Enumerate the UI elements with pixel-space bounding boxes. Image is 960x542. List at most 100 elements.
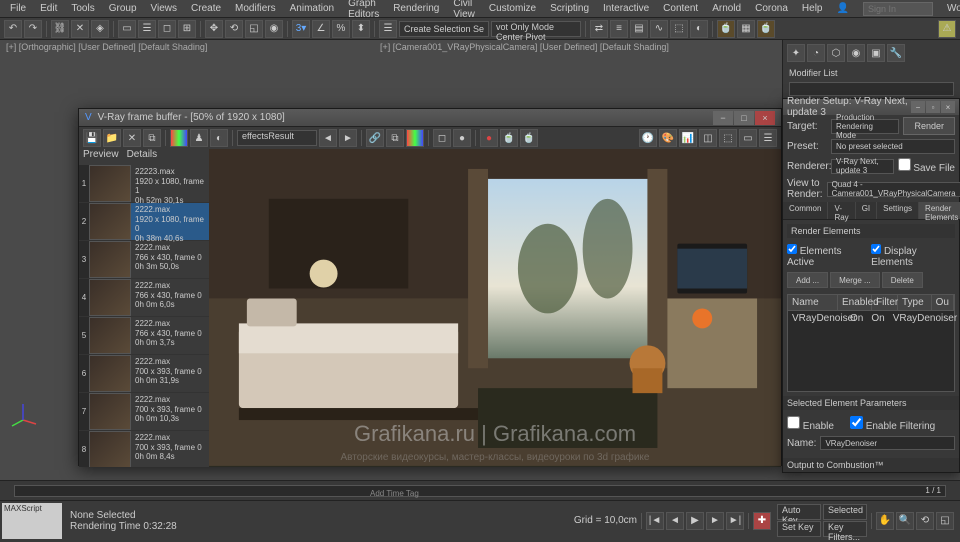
vfb-alpha-button[interactable]: ♟ <box>190 129 208 147</box>
rs-element-row[interactable]: VRayDenoiser On On VRayDenoiser <box>788 311 954 326</box>
time-config-button[interactable]: ✚ <box>753 512 771 530</box>
history-thumb[interactable]: 122223.max1920 x 1080, frame 10h 52m 30,… <box>79 165 209 203</box>
rs-display-elements-check[interactable]: Display Elements <box>871 244 955 268</box>
rotate-button[interactable]: ⟲ <box>225 20 243 38</box>
rs-output-combustion-header[interactable]: Output to Combustion™ <box>783 458 959 472</box>
vfb-maximize-button[interactable]: □ <box>734 111 754 125</box>
rs-tab-gi[interactable]: GI <box>856 202 877 219</box>
rs-renderer-select[interactable]: V-Ray Next, update 3 <box>831 159 894 174</box>
vfb-next-button[interactable]: ► <box>339 129 357 147</box>
render-setup-button[interactable]: 🍵 <box>717 20 735 38</box>
vfb-mono-button[interactable]: ◐ <box>210 129 228 147</box>
history-thumb[interactable]: 72222.max700 x 393, frame 00h 0m 10,3s <box>79 393 209 431</box>
keyfilters-button[interactable]: Key Filters... <box>823 521 867 537</box>
zoom-button[interactable]: 🔍 <box>896 512 914 530</box>
vfb-load-button[interactable]: 📁 <box>103 129 121 147</box>
redo-button[interactable]: ↷ <box>24 20 42 38</box>
rs-close-button[interactable]: × <box>941 101 955 113</box>
mirror-button[interactable]: ⇄ <box>590 20 608 38</box>
utilities-tab[interactable]: 🔧 <box>887 44 905 62</box>
menu-interactive[interactable]: Interactive <box>597 1 655 16</box>
menu-views[interactable]: Views <box>145 1 184 16</box>
align-button[interactable]: ≡ <box>610 20 628 38</box>
rs-savefile-check[interactable] <box>898 158 911 171</box>
angle-snap-button[interactable]: ∠ <box>312 20 330 38</box>
menu-animation[interactable]: Animation <box>284 1 340 16</box>
vfb-details-tab[interactable]: Details <box>127 149 158 165</box>
motion-tab[interactable]: ◉ <box>847 44 865 62</box>
play-button[interactable]: ▶ <box>686 512 704 530</box>
vfb-region-button[interactable]: ◻ <box>433 129 451 147</box>
rs-add-button[interactable]: Add ... <box>787 272 828 288</box>
vfb-close-button[interactable]: × <box>755 111 775 125</box>
place-button[interactable]: ◉ <box>265 20 283 38</box>
history-thumb[interactable]: 82222.max700 x 393, frame 00h 0m 8,4s <box>79 431 209 467</box>
rs-enable-check[interactable]: Enable <box>787 416 834 432</box>
vfb-minimize-button[interactable]: − <box>713 111 733 125</box>
snap-button[interactable]: 3▾ <box>292 20 310 38</box>
rs-view-select[interactable]: Quad 4 - Camera001_VRayPhysicalCamera <box>827 182 960 197</box>
menu-modifiers[interactable]: Modifiers <box>229 1 282 16</box>
rs-elements-table[interactable]: Name Enabled Filter Type Ou VRayDenoiser… <box>787 294 955 392</box>
menu-scripting[interactable]: Scripting <box>544 1 595 16</box>
rs-minimize-button[interactable]: − <box>911 101 925 113</box>
rs-selected-element-header[interactable]: Selected Element Parameters <box>783 396 959 410</box>
vfb-stats-button[interactable]: 📊 <box>679 129 697 147</box>
rs-col-type[interactable]: Type <box>898 295 932 310</box>
vfb-channel-select[interactable]: effectsResult <box>237 130 317 146</box>
move-button[interactable]: ✥ <box>205 20 223 38</box>
hierarchy-tab[interactable]: ⬡ <box>827 44 845 62</box>
goto-end-button[interactable]: ►| <box>726 512 744 530</box>
select-region-button[interactable]: ◻ <box>158 20 176 38</box>
vfb-titlebar[interactable]: V V-Ray frame buffer - [50% of 1920 x 10… <box>79 109 781 127</box>
rs-tab-vray[interactable]: V-Ray <box>828 202 855 219</box>
render-frame-button[interactable]: ▦ <box>737 20 755 38</box>
history-thumb[interactable]: 22222.max1920 x 1080, frame 00h 38m 40,6… <box>79 203 209 241</box>
prev-frame-button[interactable]: ◄ <box>666 512 684 530</box>
vfb-track-button[interactable]: ● <box>453 129 471 147</box>
select-button[interactable]: ▭ <box>118 20 136 38</box>
window-crossing-button[interactable]: ⊞ <box>178 20 196 38</box>
rs-col-name[interactable]: Name <box>788 295 838 310</box>
curve-button[interactable]: ∿ <box>650 20 668 38</box>
menu-graph-editors[interactable]: Graph Editors <box>342 0 385 22</box>
menu-content[interactable]: Content <box>657 1 704 16</box>
timeline-track[interactable]: 1 / 1 <box>14 485 946 497</box>
menu-customize[interactable]: Customize <box>483 1 542 16</box>
vfb-ipr-button[interactable]: 🍵 <box>520 129 538 147</box>
display-tab[interactable]: ▣ <box>867 44 885 62</box>
rs-dock-button[interactable]: ▫ <box>926 101 940 113</box>
autokey-button[interactable]: Auto Key <box>777 504 821 520</box>
rs-name-input[interactable] <box>820 436 955 450</box>
menu-arnold[interactable]: Arnold <box>706 1 747 16</box>
maxscript-panel[interactable]: MAXScript <box>2 503 62 539</box>
unlink-button[interactable]: ✕ <box>71 20 89 38</box>
rs-target-select[interactable]: Production Rendering Mode <box>831 119 899 134</box>
modifier-list-select[interactable] <box>789 82 954 96</box>
rs-enable-filtering-check[interactable]: Enable Filtering <box>850 416 935 432</box>
key-mode-select[interactable]: Selected <box>823 504 867 520</box>
vfb-clear-button[interactable]: ✕ <box>123 129 141 147</box>
scale-button[interactable]: ◱ <box>245 20 263 38</box>
rs-tab-settings[interactable]: Settings <box>877 202 919 219</box>
menu-corona[interactable]: Corona <box>749 1 794 16</box>
rs-col-enabled[interactable]: Enabled <box>838 295 872 310</box>
camera-viewport-label[interactable]: [+] [Camera001_VRayPhysicalCamera] [User… <box>380 42 669 52</box>
percent-snap-button[interactable]: % <box>332 20 350 38</box>
selection-set-input[interactable] <box>399 21 489 37</box>
rs-tab-render-elements[interactable]: Render Elements <box>919 202 960 219</box>
vfb-prev-button[interactable]: ◄ <box>319 129 337 147</box>
vfb-duplicate-button[interactable]: ⧉ <box>143 129 161 147</box>
history-thumb[interactable]: 62222.max700 x 393, frame 00h 0m 31,9s <box>79 355 209 393</box>
rs-preset-select[interactable]: No preset selected <box>831 139 955 154</box>
rs-elements-active-check[interactable]: Elements Active <box>787 244 865 268</box>
vfb-stop-button[interactable]: ● <box>480 129 498 147</box>
select-name-button[interactable]: ☰ <box>138 20 156 38</box>
rs-merge-button[interactable]: Merge ... <box>830 272 880 288</box>
layer-button[interactable]: ▤ <box>630 20 648 38</box>
history-thumb[interactable]: 52222.max766 x 430, frame 00h 0m 3,7s <box>79 317 209 355</box>
vfb-compare-button[interactable]: ⧉ <box>386 129 404 147</box>
material-button[interactable]: ◐ <box>690 20 708 38</box>
vfb-history-button[interactable]: 🕐 <box>639 129 657 147</box>
vfb-history-list[interactable]: 122223.max1920 x 1080, frame 10h 52m 30,… <box>79 165 209 467</box>
